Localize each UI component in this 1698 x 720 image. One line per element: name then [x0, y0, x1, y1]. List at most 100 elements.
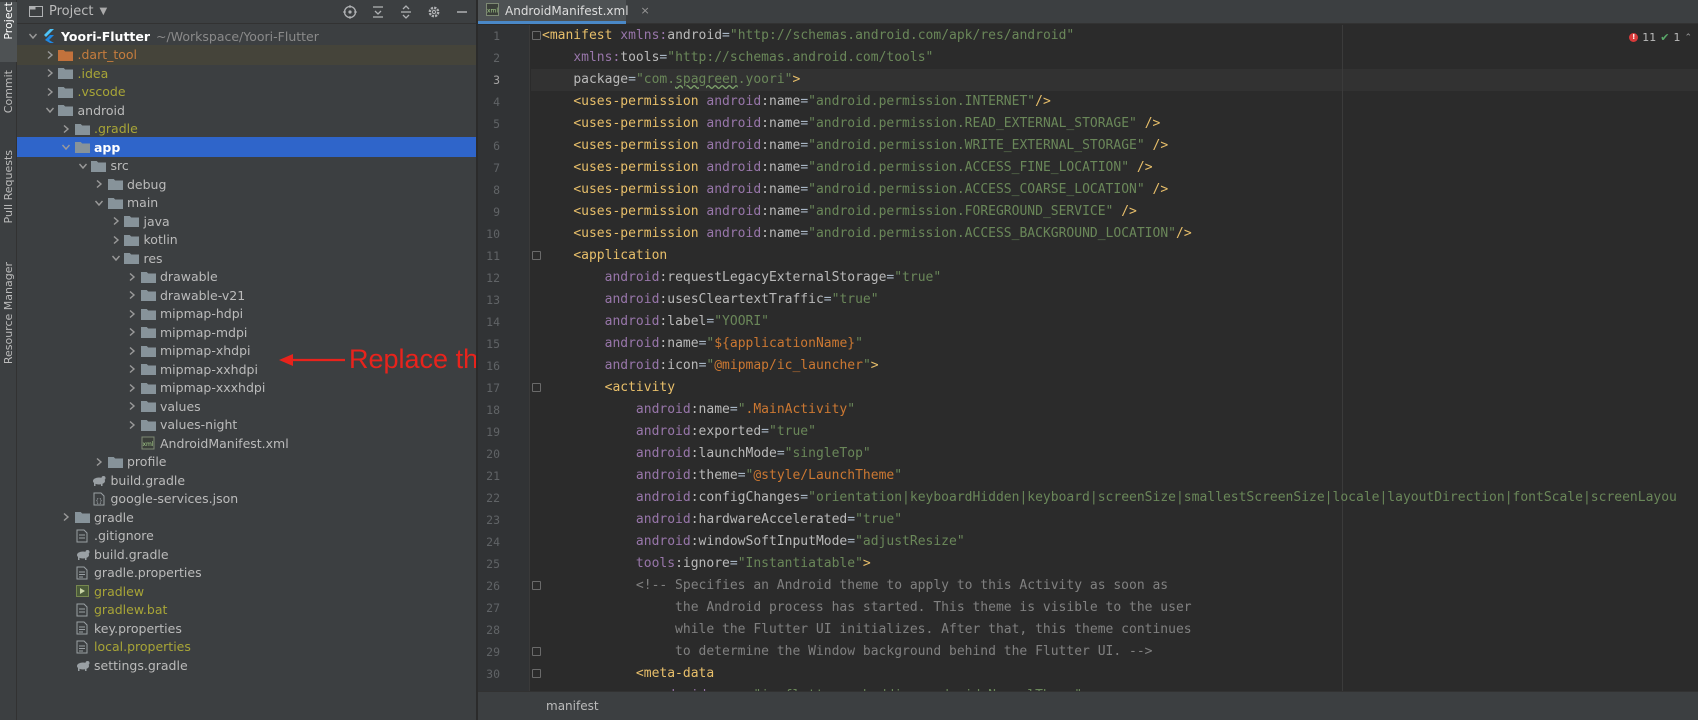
chevron-right-icon[interactable]	[42, 45, 58, 65]
hide-icon[interactable]	[454, 4, 470, 20]
chevron-right-icon[interactable]	[42, 63, 58, 83]
tree-item[interactable]: local.properties	[17, 637, 476, 657]
code-token: :launchMode	[690, 446, 777, 461]
tree-item[interactable]: key.properties	[17, 618, 476, 638]
chevron-right-icon[interactable]	[124, 415, 140, 435]
tree-item[interactable]: java	[17, 211, 476, 231]
code-token: =	[800, 490, 809, 505]
tree-item[interactable]: src	[17, 156, 476, 176]
tree-item[interactable]: build.gradle	[17, 544, 476, 564]
chevron-down-icon[interactable]	[42, 100, 58, 120]
chevron-right-icon[interactable]	[91, 452, 107, 472]
chevron-up-icon[interactable]: ⌃	[1684, 33, 1692, 43]
tree-item[interactable]: .gitignore	[17, 526, 476, 546]
chevron-right-icon[interactable]	[42, 82, 58, 102]
tree-item[interactable]: debug	[17, 174, 476, 194]
fold-marker-icon[interactable]	[532, 251, 541, 260]
code-token: =	[737, 468, 746, 483]
tool-tab-resource-manager[interactable]: Resource Manager	[0, 262, 17, 374]
chevron-right-icon[interactable]	[108, 230, 124, 250]
code-token: =	[800, 204, 809, 219]
fold-marker-icon[interactable]	[532, 383, 541, 392]
tree-item[interactable]: build.gradle	[17, 470, 476, 490]
tree-item[interactable]: mipmap-xxxhdpi	[17, 378, 476, 398]
settings-icon[interactable]	[426, 4, 442, 20]
code-token: android	[706, 160, 762, 175]
fold-marker-icon[interactable]	[532, 31, 541, 40]
code-token: :name	[761, 116, 801, 131]
chevron-down-icon[interactable]	[25, 26, 41, 46]
chevron-right-icon[interactable]	[124, 378, 140, 398]
tree-item[interactable]: android	[17, 100, 476, 120]
tree-item[interactable]: .idea	[17, 63, 476, 83]
tool-tab-pull-requests[interactable]: Pull Requests	[0, 150, 17, 260]
tree-item[interactable]: values	[17, 396, 476, 416]
chevron-right-icon[interactable]	[58, 119, 74, 139]
code-token: android	[604, 270, 660, 285]
chevron-down-icon[interactable]: ▼	[99, 6, 107, 17]
fold-marker-icon[interactable]	[532, 647, 541, 656]
tree-item[interactable]: profile	[17, 452, 476, 472]
tree-item[interactable]: gradlew.bat	[17, 600, 476, 620]
tree-item[interactable]: main	[17, 193, 476, 213]
tree-item-label: .idea	[77, 65, 109, 81]
tree-item[interactable]: gradlew	[17, 581, 476, 601]
tree-item[interactable]: .gradle	[17, 119, 476, 139]
line-number: 16	[486, 359, 500, 373]
code-token: :windowSoftInputMode	[690, 534, 848, 549]
tool-tab-commit[interactable]: Commit	[0, 70, 17, 140]
tree-item[interactable]: gradle	[17, 507, 476, 527]
project-view-title[interactable]: Project	[49, 4, 93, 19]
folder-icon	[140, 307, 156, 321]
expand-all-icon[interactable]	[370, 4, 386, 20]
tree-item[interactable]: drawable	[17, 267, 476, 287]
chevron-right-icon[interactable]	[124, 396, 140, 416]
locate-icon[interactable]	[342, 4, 358, 20]
chevron-down-icon[interactable]	[58, 137, 74, 157]
chevron-right-icon[interactable]	[124, 304, 140, 324]
tree-item[interactable]: gradle.properties	[17, 563, 476, 583]
chevron-right-icon[interactable]	[91, 174, 107, 194]
fold-marker-icon[interactable]	[532, 669, 541, 678]
tree-item[interactable]: drawable-v21	[17, 285, 476, 305]
project-toolbar	[342, 4, 470, 20]
fold-marker-icon[interactable]	[532, 581, 541, 590]
tree-item[interactable]: values-night	[17, 415, 476, 435]
tree-item[interactable]: res	[17, 248, 476, 268]
tree-item-label: gradle	[94, 509, 134, 525]
tree-item[interactable]: mipmap-mdpi	[17, 322, 476, 342]
tree-item[interactable]: Yoori-Flutter ~/Workspace/Yoori-Flutter	[17, 26, 476, 46]
tool-tab-project[interactable]: Project	[0, 2, 17, 62]
tree-item[interactable]: .dart_tool	[17, 44, 476, 65]
tree-item[interactable]: mipmap-hdpi	[17, 304, 476, 324]
folder-icon	[140, 381, 156, 395]
tree-item[interactable]: xml AndroidManifest.xml	[17, 433, 476, 453]
chevron-right-icon[interactable]	[124, 267, 140, 287]
chevron-right-icon[interactable]	[124, 341, 140, 361]
chevron-right-icon[interactable]	[108, 211, 124, 231]
code-token: "android.permission.ACCESS_FINE_LOCATION…	[808, 160, 1130, 175]
code-token: "Instantiatable"	[737, 556, 863, 571]
tree-item[interactable]: app	[17, 137, 476, 157]
chevron-down-icon[interactable]	[91, 193, 107, 213]
line-number: 29	[486, 645, 500, 659]
collapse-all-icon[interactable]	[398, 4, 414, 20]
code-editor[interactable]: 1 2 3 4 5 6 7 8 9 10 11 12 13 14 15 16 17 18 19 20 21 22 23 24 2…	[478, 25, 1698, 691]
editor-tab-androidmanifest[interactable]: xml AndroidManifest.xml ×	[478, 0, 650, 24]
tree-item[interactable]: .vscode	[17, 82, 476, 102]
chevron-right-icon[interactable]	[124, 285, 140, 305]
chevron-right-icon[interactable]	[124, 322, 140, 342]
chevron-right-icon[interactable]	[124, 359, 140, 379]
chevron-down-icon[interactable]	[75, 156, 91, 176]
breadcrumb-item-manifest[interactable]: manifest	[546, 699, 599, 713]
inspection-widget[interactable]: ! 11 ✔ 1 ⌃	[1629, 31, 1692, 44]
chevron-down-icon[interactable]	[108, 248, 124, 268]
tree-item[interactable]: settings.gradle	[17, 655, 476, 675]
chevron-right-icon[interactable]	[58, 507, 74, 527]
close-icon[interactable]: ×	[641, 4, 650, 17]
tree-item[interactable]: kotlin	[17, 230, 476, 250]
tree-item[interactable]: {} google-services.json	[17, 489, 476, 509]
code-token: to determine the Window background behin…	[542, 644, 1153, 659]
